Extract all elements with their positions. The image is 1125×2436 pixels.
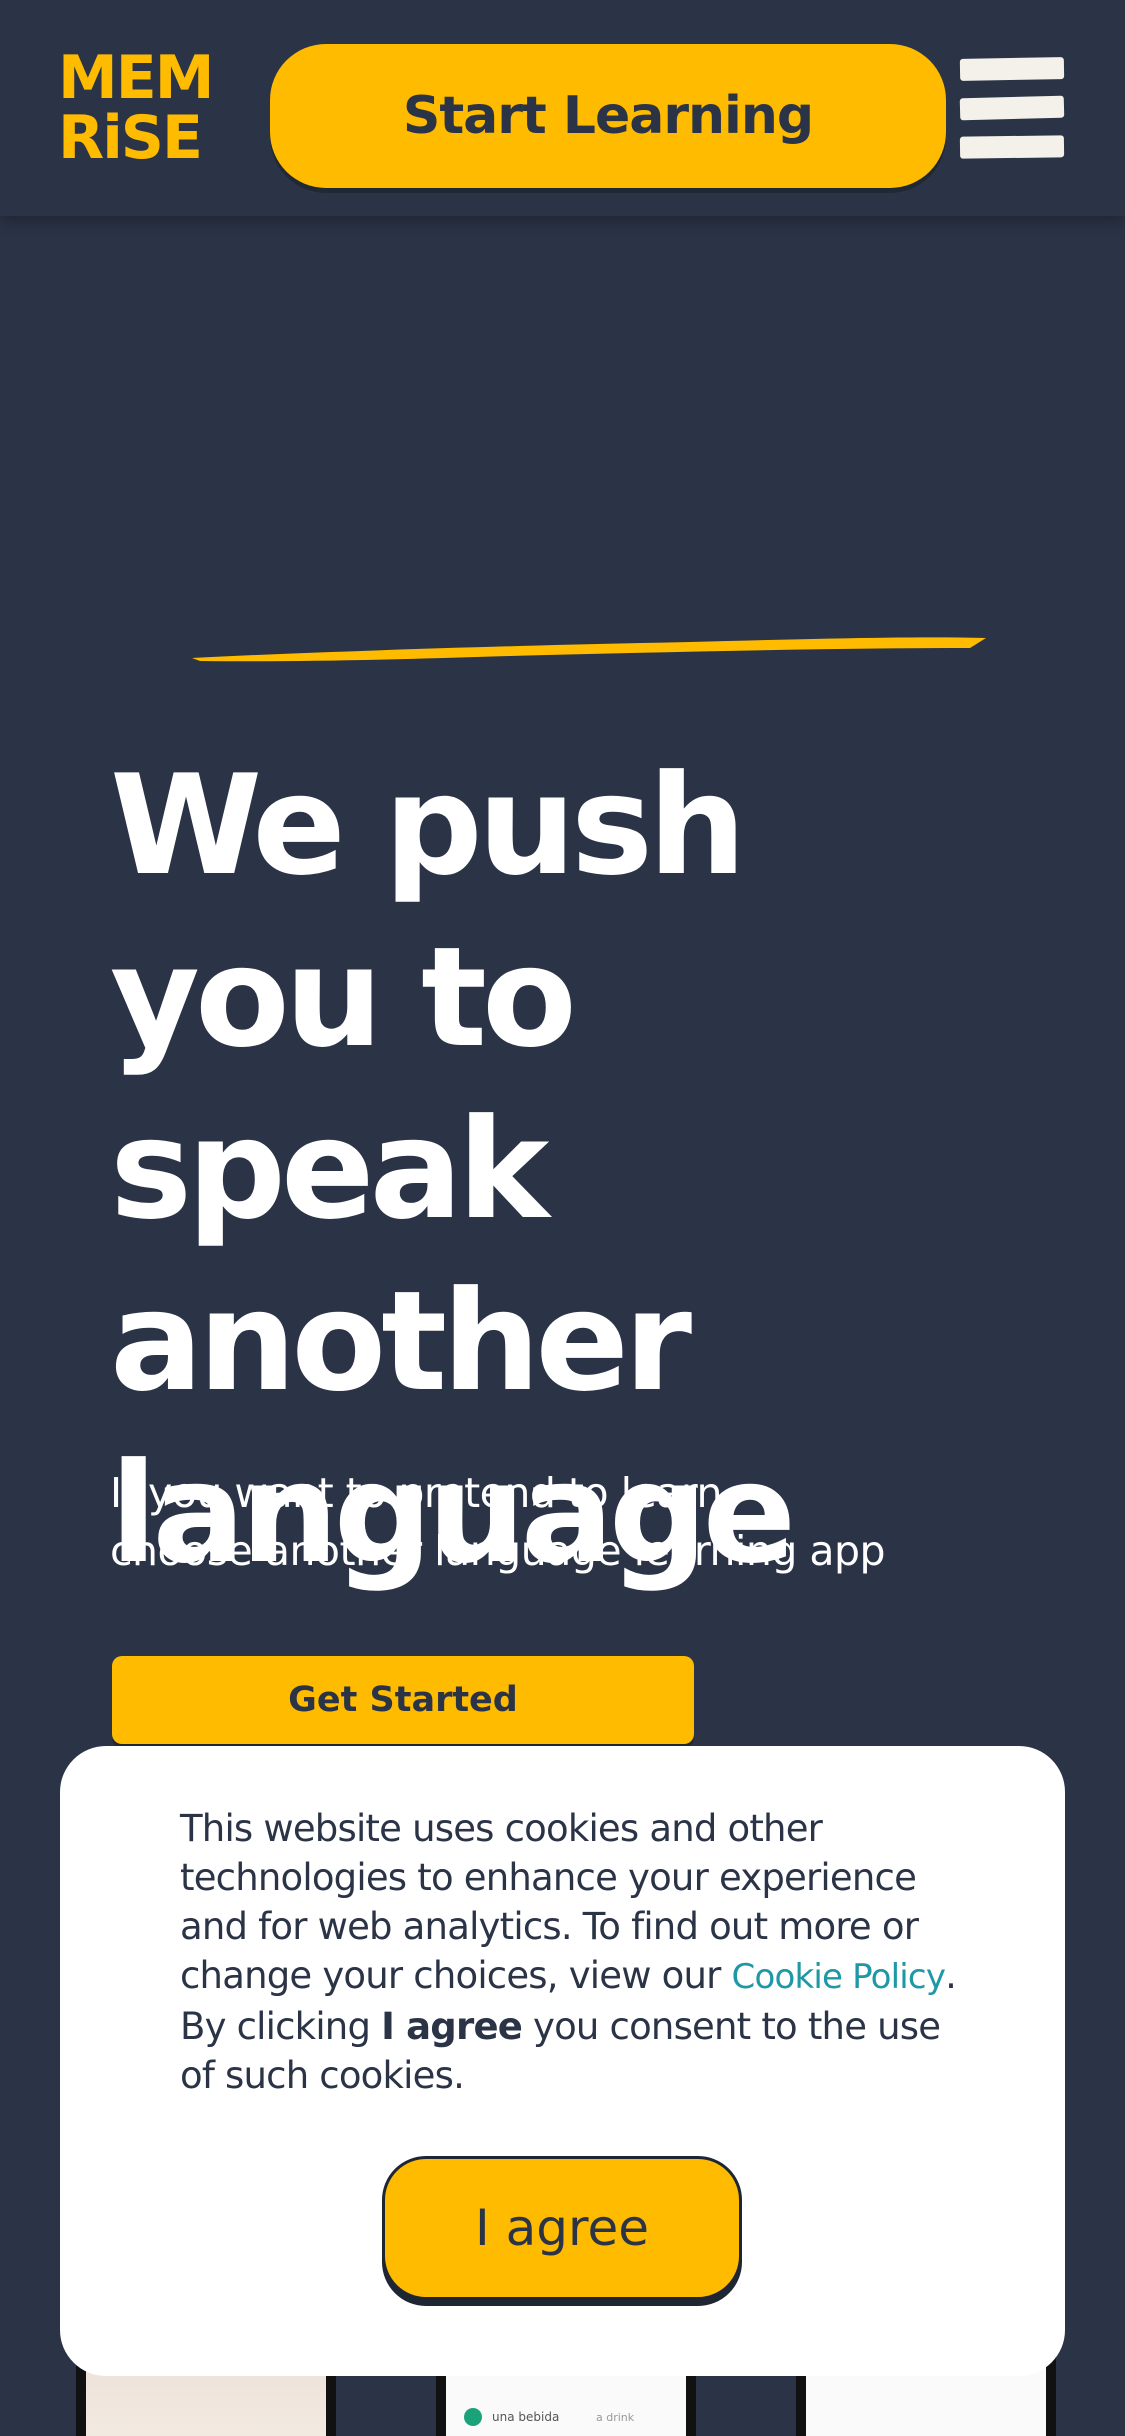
cookie-banner: This website uses cookies and other tech… [60, 1746, 1065, 2376]
row-status-icon [464, 2408, 482, 2426]
row-value: a drink [596, 2411, 635, 2424]
hero-subtitle: If you want to pretend to learn, choose … [110, 1464, 1010, 1580]
i-agree-button[interactable]: I agree [382, 2156, 742, 2300]
row-label: una bebida [492, 2410, 560, 2424]
logo-line-1: MEM [58, 43, 214, 113]
hero-subtitle-line-2: choose another language learning app [110, 1527, 886, 1575]
menu-bar-middle [959, 95, 1065, 121]
menu-bar-bottom [959, 135, 1065, 159]
yellow-brush-stroke [192, 637, 986, 662]
logo-line-2: RiSE [58, 103, 203, 173]
cookie-message: This website uses cookies and other tech… [180, 1804, 980, 2100]
menu-bar-top [959, 57, 1065, 81]
cookie-text-bold: I agree [381, 2005, 523, 2048]
page: MEM RiSE Start Learning We push you to s… [0, 0, 1125, 2436]
cookie-policy-link[interactable]: Cookie Policy [732, 1957, 946, 1997]
hamburger-menu-icon[interactable] [958, 56, 1068, 160]
start-learning-button[interactable]: Start Learning [270, 44, 946, 188]
get-started-button[interactable]: Get Started [112, 1656, 694, 1744]
hero-subtitle-line-1: If you want to pretend to learn, [110, 1469, 735, 1517]
site-header: MEM RiSE Start Learning [0, 0, 1125, 216]
memrise-logo[interactable]: MEM RiSE [58, 43, 214, 173]
